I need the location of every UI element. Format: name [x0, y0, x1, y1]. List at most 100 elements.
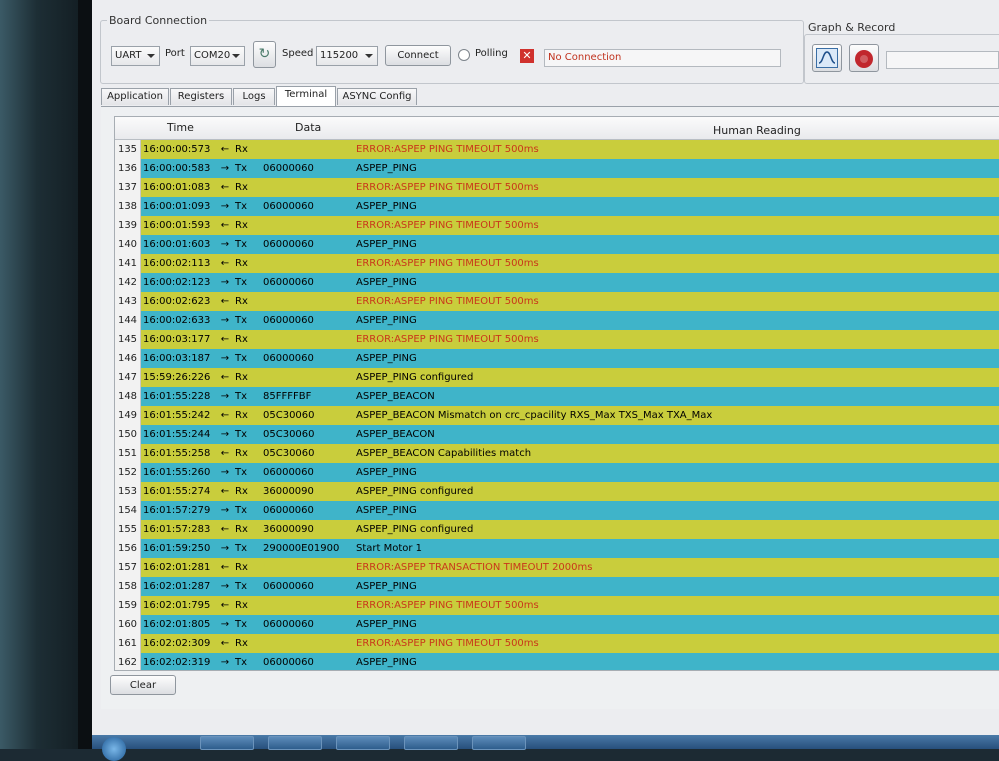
table-row[interactable]: 144 16:00:02:633 → Tx 06000060 ASPEP_PING — [115, 311, 999, 330]
table-row[interactable]: 154 16:01:57:279 → Tx 06000060 ASPEP_PING — [115, 501, 999, 520]
arrow-right-icon: → — [220, 429, 230, 440]
row-data: 06000060 — [263, 315, 314, 326]
clear-button[interactable]: Clear — [110, 675, 176, 695]
table-row[interactable]: 156 16:01:59:250 → Tx 290000E01900 Start Moto… — [115, 539, 999, 558]
table-row[interactable]: 138 16:00:01:093 → Tx 06000060 ASPEP_PING — [115, 197, 999, 216]
table-row[interactable]: 142 16:00:02:123 → Tx 06000060 ASPEP_PING — [115, 273, 999, 292]
app-window: Board Connection UART Port COM20 ↻ Speed… — [92, 0, 999, 735]
row-data — [259, 254, 356, 273]
table-row[interactable]: 162 16:02:02:319 → Tx 06000060 ASPEP_PING — [115, 653, 999, 670]
row-number: 143 — [115, 292, 141, 311]
table-row[interactable]: 137 16:00:01:083 ← Rx ERROR:ASPEP PING TIMEO… — [115, 178, 999, 197]
graph-record-title: Graph & Record — [806, 21, 898, 34]
table-row[interactable]: 157 16:02:01:281 ← Rx ERROR:ASPEP TRANSACTIO… — [115, 558, 999, 577]
arrow-left-icon: ← — [220, 600, 230, 611]
arrow-right-icon: → — [220, 543, 230, 554]
table-row[interactable]: 158 16:02:01:287 → Tx 06000060 ASPEP_PING — [115, 577, 999, 596]
row-number: 162 — [115, 653, 141, 670]
graph-button[interactable] — [812, 44, 842, 72]
row-data — [259, 292, 356, 311]
row-number: 155 — [115, 520, 141, 539]
row-number: 141 — [115, 254, 141, 273]
terminal-table[interactable]: Time Data Human Reading 135 16:00:00:573 ←… — [114, 116, 999, 671]
row-time: 16:01:55:260 — [143, 467, 211, 478]
row-direction: Tx — [235, 315, 248, 326]
taskbar-item-app[interactable] — [404, 736, 458, 750]
table-row[interactable]: 161 16:02:02:309 ← Rx ERROR:ASPEP PING TIMEO… — [115, 634, 999, 653]
table-row[interactable]: 141 16:00:02:113 ← Rx ERROR:ASPEP PING TIMEO… — [115, 254, 999, 273]
row-number: 135 — [115, 140, 141, 159]
row-time: 16:02:01:287 — [143, 581, 211, 592]
row-data: 36000090 — [263, 524, 314, 535]
arrow-left-icon: ← — [220, 258, 230, 269]
row-human-reading: ERROR:ASPEP PING TIMEOUT 500ms — [356, 182, 539, 193]
table-row[interactable]: 139 16:00:01:593 ← Rx ERROR:ASPEP PING TIMEO… — [115, 216, 999, 235]
arrow-right-icon: → — [220, 201, 230, 212]
row-direction: Rx — [235, 334, 248, 345]
row-data: 05C30060 — [263, 448, 315, 459]
connect-button[interactable]: Connect — [385, 45, 451, 66]
interface-select[interactable]: UART — [111, 46, 160, 66]
row-time: 16:00:01:093 — [143, 201, 211, 212]
row-number: 156 — [115, 539, 141, 558]
row-human-reading: ERROR:ASPEP TRANSACTION TIMEOUT 2000ms — [356, 562, 593, 573]
tab-registers[interactable]: Registers — [170, 88, 232, 105]
start-orb-icon[interactable] — [102, 737, 126, 761]
table-row[interactable]: 149 16:01:55:242 ← Rx 05C30060 ASPEP_BEACON M… — [115, 406, 999, 425]
taskbar-item-app[interactable] — [472, 736, 526, 750]
taskbar-item-browser[interactable] — [200, 736, 254, 750]
table-row[interactable]: 152 16:01:55:260 → Tx 06000060 ASPEP_PING — [115, 463, 999, 482]
arrow-right-icon: → — [220, 467, 230, 478]
table-row[interactable]: 159 16:02:01:795 ← Rx ERROR:ASPEP PING TIMEO… — [115, 596, 999, 615]
row-human-reading: ASPEP_PING — [356, 657, 417, 668]
taskbar-item-folder[interactable] — [268, 736, 322, 750]
row-time: 16:00:03:187 — [143, 353, 211, 364]
port-label: Port — [165, 48, 185, 59]
table-row[interactable]: 140 16:00:01:603 → Tx 06000060 ASPEP_PING — [115, 235, 999, 254]
table-row[interactable]: 145 16:00:03:177 ← Rx ERROR:ASPEP PING TIMEO… — [115, 330, 999, 349]
row-number: 154 — [115, 501, 141, 520]
record-file-field[interactable] — [886, 51, 999, 69]
table-row[interactable]: 143 16:00:02:623 ← Rx ERROR:ASPEP PING TIMEO… — [115, 292, 999, 311]
row-direction: Rx — [235, 220, 248, 231]
row-human-reading: ASPEP_PING — [356, 467, 417, 478]
table-row[interactable]: 153 16:01:55:274 ← Rx 36000090 ASPEP_PING con… — [115, 482, 999, 501]
column-header-data[interactable]: Data — [295, 117, 321, 139]
row-data — [259, 178, 356, 197]
tab-logs[interactable]: Logs — [233, 88, 275, 105]
speed-select[interactable]: 115200 — [316, 46, 378, 66]
polling-radio[interactable] — [458, 49, 470, 61]
disconnected-icon: ✕ — [520, 49, 534, 63]
table-row[interactable]: 146 16:00:03:187 → Tx 06000060 ASPEP_PING — [115, 349, 999, 368]
table-row[interactable]: 147 15:59:26:226 ← Rx ASPEP_PING configured — [115, 368, 999, 387]
table-row[interactable]: 160 16:02:01:805 → Tx 06000060 ASPEP_PING — [115, 615, 999, 634]
table-row[interactable]: 135 16:00:00:573 ← Rx ERROR:ASPEP PING TIMEO… — [115, 140, 999, 159]
arrow-left-icon: ← — [220, 220, 230, 231]
tab-terminal[interactable]: Terminal — [276, 86, 336, 106]
row-human-reading: ASPEP_PING — [356, 353, 417, 364]
tab-application[interactable]: Application — [101, 88, 169, 105]
speed-label: Speed — [282, 48, 314, 59]
table-row[interactable]: 148 16:01:55:228 → Tx 85FFFFBF ASPEP_BEACON — [115, 387, 999, 406]
row-direction: Tx — [235, 657, 248, 668]
port-select[interactable]: COM20 — [190, 46, 245, 66]
table-row[interactable]: 155 16:01:57:283 ← Rx 36000090 ASPEP_PING con… — [115, 520, 999, 539]
tab-async-config[interactable]: ASYNC Config — [337, 88, 417, 105]
row-time: 16:01:55:244 — [143, 429, 211, 440]
record-button[interactable] — [849, 44, 879, 72]
row-data: 06000060 — [263, 581, 314, 592]
taskbar-item-app[interactable] — [336, 736, 390, 750]
table-row[interactable]: 136 16:00:00:583 → Tx 06000060 ASPEP_PING — [115, 159, 999, 178]
row-time: 16:01:59:250 — [143, 543, 211, 554]
refresh-ports-button[interactable]: ↻ — [253, 41, 276, 68]
row-human-reading: ERROR:ASPEP PING TIMEOUT 500ms — [356, 600, 539, 611]
row-direction: Tx — [235, 619, 248, 630]
row-data — [259, 634, 356, 653]
column-header-time[interactable]: Time — [167, 117, 194, 139]
arrow-left-icon: ← — [220, 486, 230, 497]
row-time: 15:59:26:226 — [143, 372, 211, 383]
row-human-reading: ASPEP_PING — [356, 277, 417, 288]
column-header-human-reading[interactable]: Human Reading — [713, 120, 801, 142]
table-row[interactable]: 150 16:01:55:244 → Tx 05C30060 ASPEP_BEACON — [115, 425, 999, 444]
table-row[interactable]: 151 16:01:55:258 ← Rx 05C30060 ASPEP_BEACON C… — [115, 444, 999, 463]
